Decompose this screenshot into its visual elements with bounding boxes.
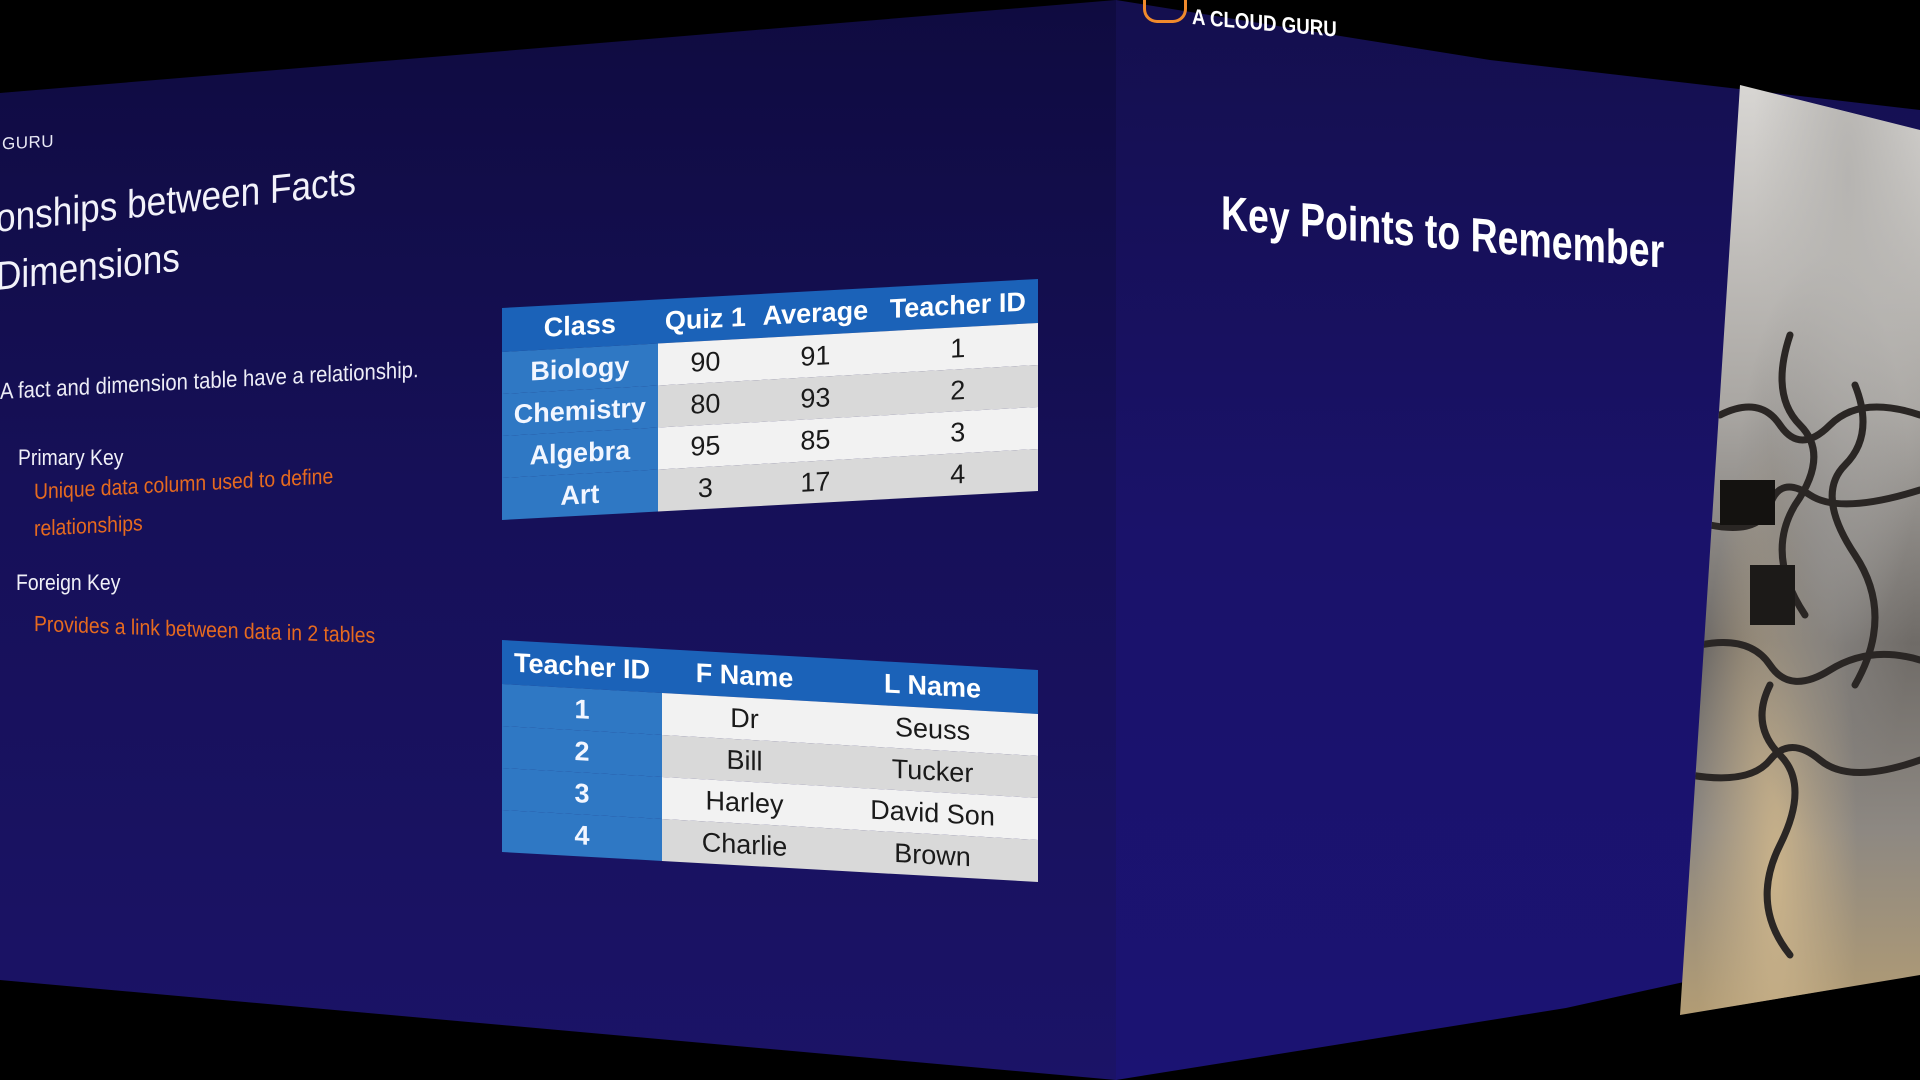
puzzle-gap <box>1720 480 1775 525</box>
table-cell: 4 <box>502 810 662 861</box>
table-cell: 3 <box>657 464 754 512</box>
slide-title: onships between Facts Dimensions <box>0 153 356 306</box>
table-cell: Charlie <box>662 818 828 871</box>
slide-transition-view: GURU onships between Facts Dimensions A … <box>0 0 1920 1080</box>
table-cell: 93 <box>753 373 878 423</box>
table-cell: Art <box>502 469 658 520</box>
table-cell: 91 <box>753 331 878 381</box>
primary-key-description: Unique data column used to define relati… <box>34 457 333 547</box>
intro-text: A fact and dimension table have a relati… <box>0 356 419 404</box>
table-cell: 90 <box>657 338 754 386</box>
primary-key-heading: Primary Key <box>18 445 124 470</box>
brand-label: GURU <box>2 131 55 154</box>
foreign-key-heading: Foreign Key <box>16 570 121 595</box>
puzzle-gap <box>1750 565 1795 625</box>
table-cell: 80 <box>657 380 754 428</box>
cloud-logo-icon <box>1143 0 1187 23</box>
foreign-key-description: Provides a link between data in 2 tables <box>34 611 376 648</box>
table-cell: 17 <box>753 457 878 507</box>
teacher-table: Teacher ID F Name L Name 1 Dr Seuss 2 Bi… <box>502 640 1038 882</box>
table-cell: 95 <box>657 422 754 470</box>
column-header: Quiz 1 <box>657 294 754 344</box>
table-cell: 4 <box>877 448 1038 500</box>
class-table: Class Quiz 1 Average Teacher ID Biology … <box>502 278 1038 520</box>
table-cell: 85 <box>753 415 878 465</box>
column-header: Average <box>753 287 878 339</box>
left-slide: GURU onships between Facts Dimensions A … <box>0 0 1116 1080</box>
